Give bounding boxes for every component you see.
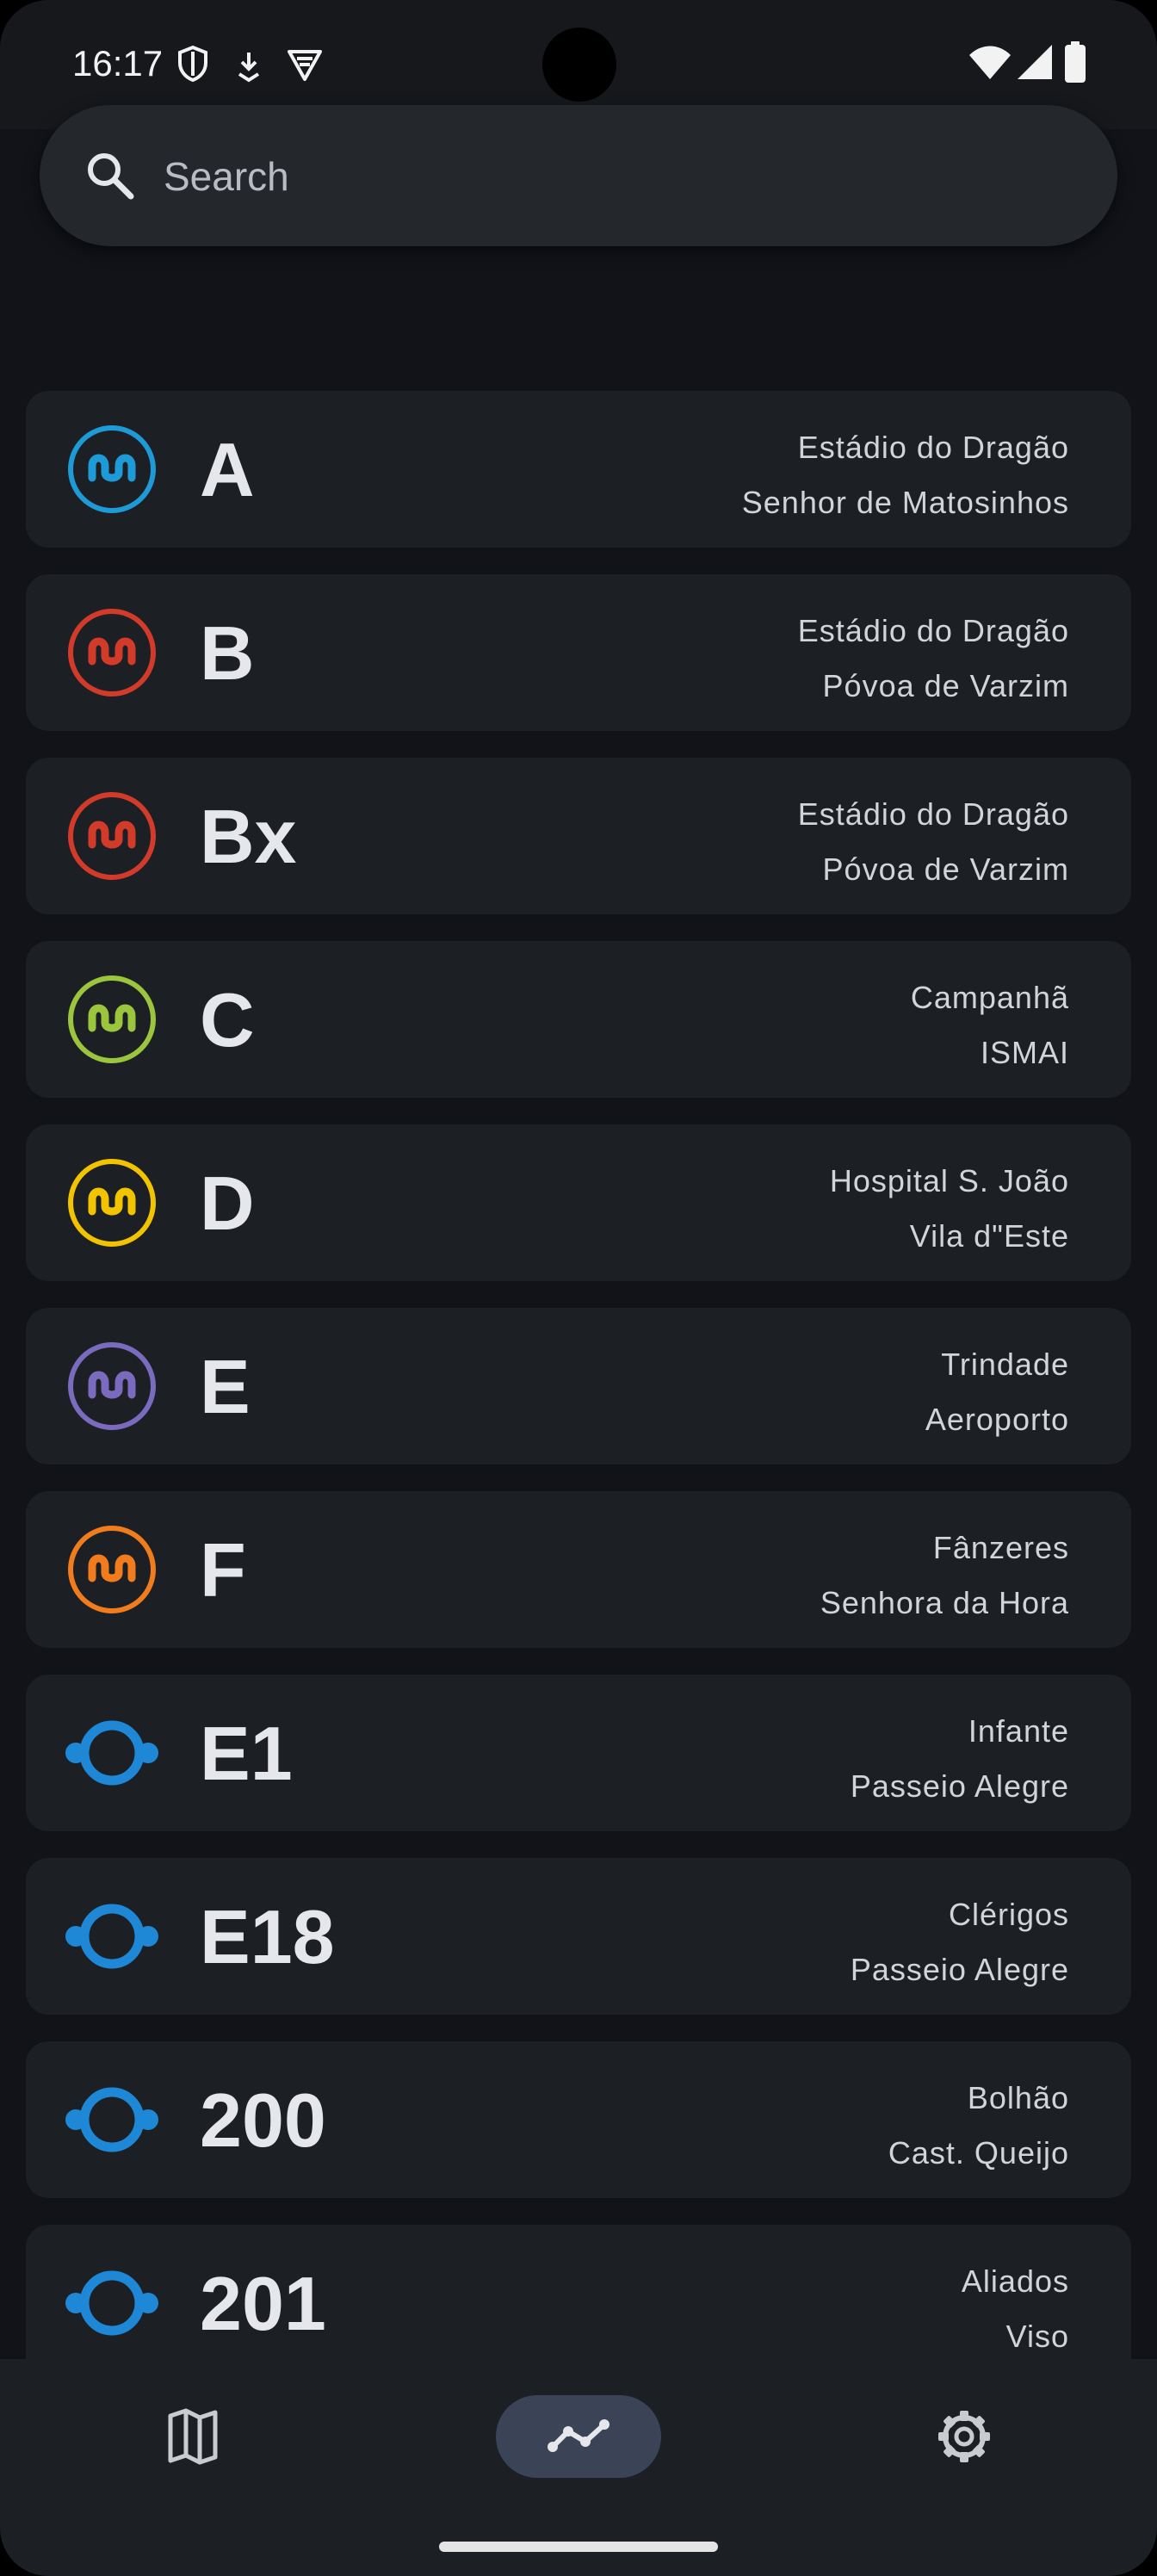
nav-settings-button[interactable]	[916, 2395, 1012, 2478]
terminal-destination: Senhor de Matosinhos	[741, 485, 1069, 520]
line-row[interactable]: A Estádio do Dragão Senhor de Matosinhos	[26, 391, 1131, 548]
line-row[interactable]: C Campanhã ISMAI	[26, 941, 1131, 1098]
terminal-destination: Póvoa de Varzim	[822, 668, 1069, 703]
line-name: B	[200, 610, 255, 696]
bus-line-icon	[65, 2270, 158, 2336]
shield-icon	[178, 45, 207, 83]
line-name: E1	[200, 1711, 293, 1796]
wifi-icon	[969, 46, 1011, 79]
line-name: C	[200, 977, 255, 1062]
bus-line-icon	[65, 2087, 158, 2152]
terminal-destination: Aeroporto	[925, 1402, 1069, 1437]
line-terminals: Aliados Viso	[962, 2254, 1069, 2364]
metro-line-icon	[68, 425, 156, 513]
vpn-shield-icon	[288, 50, 322, 81]
terminal-destination: Senhora da Hora	[820, 1585, 1069, 1620]
line-row[interactable]: 200 Bolhão Cast. Queijo	[26, 2041, 1131, 2198]
search-icon	[88, 153, 134, 200]
line-row[interactable]: F Fânzeres Senhora da Hora	[26, 1491, 1131, 1648]
metro-line-icon	[68, 975, 156, 1063]
line-terminals: Clérigos Passeio Alegre	[851, 1887, 1069, 1997]
line-row[interactable]: 201 Aliados Viso	[26, 2225, 1131, 2381]
terminal-origin: Clérigos	[948, 1897, 1069, 1932]
line-row[interactable]: B Estádio do Dragão Póvoa de Varzim	[26, 574, 1131, 731]
line-row[interactable]: Bx Estádio do Dragão Póvoa de Varzim	[26, 758, 1131, 914]
line-terminals: Infante Passeio Alegre	[851, 1704, 1069, 1814]
download-icon	[238, 53, 260, 83]
bus-line-icon	[65, 1720, 158, 1786]
terminal-destination: Cast. Queijo	[888, 2135, 1069, 2170]
line-name: E18	[200, 1894, 335, 1979]
terminal-origin: Fânzeres	[932, 1530, 1069, 1565]
line-terminals: Estádio do Dragão Póvoa de Varzim	[798, 604, 1069, 714]
terminal-destination: ISMAI	[980, 1035, 1069, 1070]
terminal-origin: Infante	[968, 1713, 1069, 1749]
terminal-origin: Trindade	[941, 1347, 1069, 1382]
line-name: D	[200, 1161, 255, 1246]
metro-line-icon	[68, 1159, 156, 1247]
line-terminals: Trindade Aeroporto	[925, 1337, 1069, 1447]
nav-map-button[interactable]	[145, 2395, 241, 2478]
line-name: E	[200, 1344, 251, 1429]
line-row[interactable]: E1 Infante Passeio Alegre	[26, 1675, 1131, 1831]
line-name: A	[200, 427, 255, 512]
terminal-origin: Estádio do Dragão	[797, 613, 1069, 648]
home-indicator[interactable]	[439, 2542, 718, 2552]
terminal-origin: Hospital S. João	[829, 1163, 1069, 1198]
signal-icon	[1018, 45, 1052, 79]
terminal-destination: Viso	[1005, 2319, 1069, 2354]
terminal-destination: Póvoa de Varzim	[822, 851, 1069, 887]
metro-line-icon	[68, 792, 156, 880]
line-terminals: Estádio do Dragão Senhor de Matosinhos	[742, 420, 1069, 530]
terminal-origin: Estádio do Dragão	[797, 796, 1069, 832]
terminal-destination: Vila d"Este	[909, 1218, 1069, 1254]
line-terminals: Estádio do Dragão Póvoa de Varzim	[798, 787, 1069, 897]
map-icon	[168, 2408, 218, 2465]
line-terminals: Fânzeres Senhora da Hora	[820, 1520, 1069, 1631]
status-time: 16:17	[72, 43, 164, 84]
terminal-origin: Campanhã	[910, 980, 1069, 1015]
metro-line-icon	[68, 1342, 156, 1430]
line-terminals: Hospital S. João Vila d"Este	[830, 1154, 1069, 1264]
metro-line-icon	[68, 609, 156, 697]
line-name: F	[200, 1527, 246, 1613]
search-input[interactable]	[162, 148, 1078, 205]
settings-gear-icon	[938, 2411, 990, 2462]
line-row[interactable]: E Trindade Aeroporto	[26, 1308, 1131, 1464]
line-terminals: Bolhão Cast. Queijo	[888, 2071, 1069, 2181]
terminal-origin: Estádio do Dragão	[797, 430, 1069, 465]
front-camera	[542, 28, 616, 102]
app-screen: 16:17 AEstádio	[0, 0, 1157, 2576]
search-bar[interactable]	[40, 105, 1117, 246]
bus-line-icon	[65, 1904, 158, 1969]
terminal-origin: Aliados	[961, 2263, 1069, 2299]
line-terminals: Campanhã ISMAI	[911, 970, 1069, 1081]
terminal-destination: Passeio Alegre	[850, 1952, 1069, 1987]
battery-icon	[1065, 41, 1086, 83]
route-lines-icon	[548, 2419, 609, 2452]
line-row[interactable]: E18 Clérigos Passeio Alegre	[26, 1858, 1131, 2015]
terminal-destination: Passeio Alegre	[850, 1768, 1069, 1804]
line-name: Bx	[200, 794, 297, 879]
nav-lines-button[interactable]	[496, 2395, 661, 2478]
line-name: 200	[200, 2078, 326, 2163]
terminal-origin: Bolhão	[967, 2080, 1069, 2115]
line-row[interactable]: D Hospital S. João Vila d"Este	[26, 1124, 1131, 1281]
metro-line-icon	[68, 1526, 156, 1613]
line-name: 201	[200, 2261, 326, 2346]
